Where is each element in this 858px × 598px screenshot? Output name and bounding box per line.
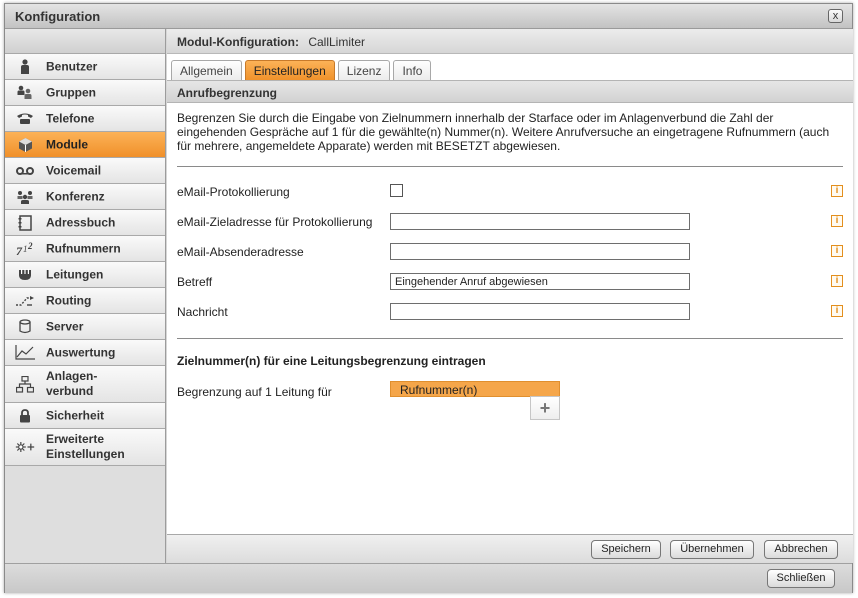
sidebar-item-label: Erweiterte Einstellungen xyxy=(46,432,125,461)
apply-button[interactable]: Übernehmen xyxy=(670,540,754,559)
numbers-icon: 712 xyxy=(15,240,35,258)
limit-heading: Zielnummer(n) für eine Leitungsbegrenzun… xyxy=(177,354,486,368)
email-target-label: eMail-Zieladresse für Protokollierung xyxy=(177,215,373,229)
tab-bar: Allgemein Einstellungen Lizenz Info xyxy=(171,60,432,80)
svg-text:7: 7 xyxy=(16,244,23,256)
group-icon xyxy=(15,84,35,102)
sidebar-item-label: Anlagen- verbund xyxy=(46,369,98,398)
sidebar-item-label: Telefone xyxy=(46,111,95,125)
sidebar-item-label: Rufnummern xyxy=(46,241,121,255)
form-row-email-logging: eMail-Protokollierung i xyxy=(177,183,843,201)
form-row-subject: Betreff i xyxy=(177,273,843,291)
phone-icon xyxy=(15,110,35,128)
configuration-window: Konfiguration x Benutzer Gruppen Telefon… xyxy=(4,3,853,593)
user-icon xyxy=(15,58,35,76)
email-logging-checkbox[interactable] xyxy=(390,184,403,197)
message-input[interactable] xyxy=(390,303,690,320)
sidebar-item-gruppen[interactable]: Gruppen xyxy=(5,80,165,106)
sidebar-item-label: Voicemail xyxy=(46,163,102,177)
svg-text:2: 2 xyxy=(27,242,33,251)
sidebar-item-label: Module xyxy=(46,137,88,151)
chart-icon xyxy=(15,344,35,362)
sidebar-item-rufnummern[interactable]: 712 Rufnummern xyxy=(5,236,165,262)
sidebar-item-sicherheit[interactable]: Sicherheit xyxy=(5,403,165,429)
sidebar-item-label: Auswertung xyxy=(46,345,116,359)
settings-plus-icon xyxy=(15,438,35,456)
cube-icon xyxy=(15,136,35,154)
sidebar-item-label: Konferenz xyxy=(46,189,105,203)
info-icon[interactable]: i xyxy=(831,275,843,287)
plus-icon: + xyxy=(539,397,551,418)
phone-number-column-header: Rufnummer(n) xyxy=(390,381,560,397)
info-icon[interactable]: i xyxy=(831,185,843,197)
voicemail-icon xyxy=(15,162,35,180)
sidebar-item-auswertung[interactable]: Auswertung xyxy=(5,340,165,366)
email-sender-input[interactable] xyxy=(390,243,690,260)
lines-icon xyxy=(15,266,35,284)
divider xyxy=(177,166,843,167)
tab-allgemein[interactable]: Allgemein xyxy=(171,60,242,80)
add-number-button[interactable]: + xyxy=(530,396,560,420)
window-footer: Schließen xyxy=(5,563,852,593)
email-sender-label: eMail-Absenderadresse xyxy=(177,245,304,259)
info-icon[interactable]: i xyxy=(831,215,843,227)
sidebar-item-adressbuch[interactable]: Adressbuch xyxy=(5,210,165,236)
divider xyxy=(177,338,843,339)
svg-text:1: 1 xyxy=(23,244,28,254)
subject-label: Betreff xyxy=(177,275,213,289)
sidebar-item-label: Server xyxy=(46,319,84,333)
sidebar-item-server[interactable]: Server xyxy=(5,314,165,340)
module-header-label: Modul-Konfiguration: xyxy=(177,35,299,49)
tab-einstellungen[interactable]: Einstellungen xyxy=(244,60,335,80)
sidebar-item-benutzer[interactable]: Benutzer xyxy=(5,54,165,80)
sidebar-item-label: Routing xyxy=(46,293,92,307)
conference-icon xyxy=(15,188,35,206)
form-row-message: Nachricht i xyxy=(177,303,843,321)
main-panel: Modul-Konfiguration: CallLimiter Allgeme… xyxy=(167,29,853,563)
form-row-email-target: eMail-Zieladresse für Protokollierung i xyxy=(177,213,843,231)
lock-icon xyxy=(15,407,35,425)
sidebar-item-konferenz[interactable]: Konferenz xyxy=(5,184,165,210)
info-icon[interactable]: i xyxy=(831,245,843,257)
button-bar: Speichern Übernehmen Abbrechen xyxy=(167,534,853,563)
sidebar-item-erweiterte-einstellungen[interactable]: Erweiterte Einstellungen xyxy=(5,429,165,466)
sidebar-item-leitungen[interactable]: Leitungen xyxy=(5,262,165,288)
server-icon xyxy=(15,318,35,336)
cancel-button[interactable]: Abbrechen xyxy=(764,540,838,559)
section-description: Begrenzen Sie durch die Eingabe von Ziel… xyxy=(177,111,830,153)
module-header: Modul-Konfiguration: CallLimiter xyxy=(167,29,853,54)
email-logging-label: eMail-Protokollierung xyxy=(177,185,290,199)
addressbook-icon xyxy=(15,214,35,232)
window-close-button[interactable]: x xyxy=(828,9,843,23)
limit-label: Begrenzung auf 1 Leitung für xyxy=(177,385,332,399)
message-label: Nachricht xyxy=(177,305,228,319)
close-button[interactable]: Schließen xyxy=(767,569,835,588)
sidebar-header xyxy=(5,29,165,54)
routing-icon xyxy=(15,292,35,310)
sidebar-item-module[interactable]: Module xyxy=(5,132,165,158)
sidebar-item-telefone[interactable]: Telefone xyxy=(5,106,165,132)
tab-info[interactable]: Info xyxy=(393,60,432,80)
window-titlebar: Konfiguration x xyxy=(5,4,852,29)
sidebar-item-routing[interactable]: Routing xyxy=(5,288,165,314)
sidebar-item-label: Benutzer xyxy=(46,59,98,73)
form-row-email-sender: eMail-Absenderadresse i xyxy=(177,243,843,261)
email-target-input[interactable] xyxy=(390,213,690,230)
network-icon xyxy=(15,375,35,393)
sidebar-item-label: Sicherheit xyxy=(46,408,105,422)
save-button[interactable]: Speichern xyxy=(591,540,661,559)
window-title: Konfiguration xyxy=(15,9,101,24)
module-name: CallLimiter xyxy=(308,35,365,49)
sidebar: Benutzer Gruppen Telefone Module Voicema… xyxy=(5,29,166,563)
sidebar-item-anlagenverbund[interactable]: Anlagen- verbund xyxy=(5,366,165,403)
section-title: Anrufbegrenzung xyxy=(167,80,853,103)
sidebar-item-label: Gruppen xyxy=(46,85,96,99)
info-icon[interactable]: i xyxy=(831,305,843,317)
sidebar-item-label: Leitungen xyxy=(46,267,104,281)
sidebar-item-voicemail[interactable]: Voicemail xyxy=(5,158,165,184)
tab-lizenz[interactable]: Lizenz xyxy=(337,60,391,80)
sidebar-item-label: Adressbuch xyxy=(46,215,116,229)
subject-input[interactable] xyxy=(390,273,690,290)
